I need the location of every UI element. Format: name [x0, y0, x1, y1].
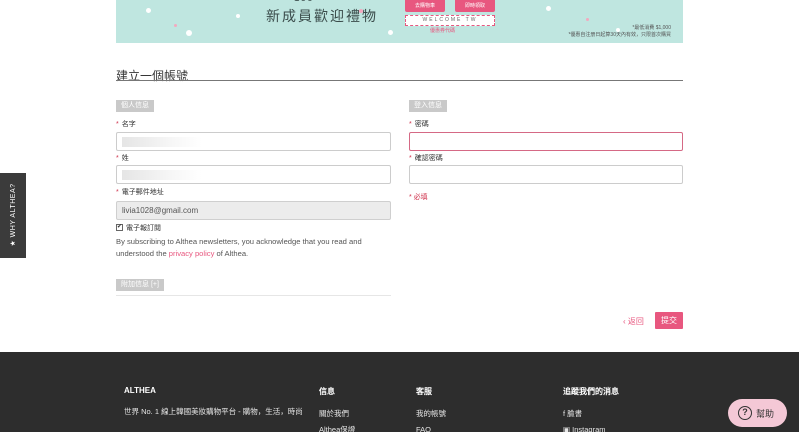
footer-link-facebook[interactable]: f 臉書 — [563, 408, 582, 419]
confirm-password-field[interactable] — [409, 165, 683, 184]
last-name-label-text: 姓 — [121, 155, 129, 162]
footer-link-about[interactable]: 關於我們 — [319, 408, 349, 419]
banner-claim-button[interactable]: 即時領取 — [455, 0, 495, 12]
required-mark: * — [409, 155, 412, 162]
required-mark: * — [409, 121, 412, 128]
password-label-text: 密碼 — [414, 121, 429, 128]
newsletter-label: 電子報訂閱 — [126, 225, 161, 232]
email-label: * 電子郵件地址 — [116, 187, 164, 197]
footer-follow-title: 追蹤我們的消息 — [563, 387, 619, 396]
coupon-code-label: 優惠券代碼 — [430, 28, 456, 34]
banner-cart-button[interactable]: 去購物車 — [405, 0, 445, 12]
why-althea-tab[interactable]: ★ WHY ALTHEA? — [0, 173, 26, 258]
additional-info-toggle[interactable]: 附加信息 [+] — [116, 279, 164, 291]
required-mark: * — [116, 189, 119, 196]
confirm-password-label: * 確認密碼 — [409, 153, 443, 163]
password-field[interactable] — [409, 132, 683, 151]
why-althea-label: ★ WHY ALTHEA? — [10, 183, 17, 247]
privacy-policy-link[interactable]: privacy policy — [169, 249, 215, 258]
email-label-text: 電子郵件地址 — [121, 189, 164, 196]
promo-banner[interactable]: 100 新成員歡迎禮物 去購物車 即時領取 WELCOME TW 優惠券代碼 *… — [116, 0, 683, 43]
decor-dot — [586, 18, 589, 21]
footer-service-title: 客服 — [416, 387, 432, 396]
password-label: * 密碼 — [409, 119, 429, 129]
decor-dot — [236, 14, 240, 18]
subscribe-text-part2: of Althea. — [216, 249, 249, 258]
personal-info-tag: 個人信息 — [116, 100, 154, 112]
divider — [116, 80, 683, 81]
newsletter-checkbox[interactable]: ✔ — [116, 224, 123, 231]
login-info-tag: 登入信息 — [409, 100, 447, 112]
help-button[interactable]: ? 幫助 — [728, 399, 787, 427]
first-name-label: * 名字 — [116, 119, 136, 129]
email-field[interactable]: livia1028@gmail.com — [116, 201, 391, 220]
footer-link-faq[interactable]: FAQ — [416, 424, 431, 432]
banner-amount: 100 — [294, 0, 314, 4]
divider — [116, 295, 391, 296]
footer-link-guarantee[interactable]: Althea保證 — [319, 424, 355, 432]
required-note: * 必填 — [409, 194, 428, 201]
required-mark: * — [116, 155, 119, 162]
redacted-value — [122, 170, 202, 180]
decor-dot — [546, 6, 551, 11]
decor-dot — [186, 30, 192, 36]
footer: ALTHEA 世界 No. 1 線上韓國美妝購物平台 - 購物，生活，時尚 信息… — [0, 352, 799, 432]
back-link[interactable]: ‹ 返回 — [623, 316, 644, 327]
confirm-password-label-text: 確認密碼 — [414, 155, 443, 162]
decor-dot — [388, 30, 393, 35]
required-mark: * — [116, 121, 119, 128]
footer-link-account[interactable]: 我的帳號 — [416, 408, 446, 419]
subscribe-text: By subscribing to Althea newsletters, yo… — [116, 236, 391, 260]
redacted-value — [122, 137, 202, 147]
footer-brand-text: 世界 No. 1 線上韓國美妝購物平台 - 購物，生活，時尚 — [124, 407, 303, 416]
footer-info-title: 信息 — [319, 387, 335, 396]
help-label: 幫助 — [756, 409, 775, 419]
footer-link-instagram[interactable]: ▣ Instagram — [563, 424, 606, 432]
page-title: 建立一個帳號 — [116, 69, 189, 83]
banner-note: *最低消費 $1,000 — [632, 25, 671, 31]
question-circle-icon: ? — [738, 406, 752, 420]
footer-brand-title: ALTHEA — [124, 386, 156, 395]
coupon-code: WELCOME TW — [405, 15, 495, 26]
last-name-field[interactable] — [116, 165, 391, 184]
banner-note: *優惠自注册日起算30天內有效，只限首次購買 — [568, 32, 671, 38]
decor-dot — [146, 8, 151, 13]
first-name-field[interactable] — [116, 132, 391, 151]
last-name-label: * 姓 — [116, 153, 129, 163]
decor-dot — [174, 24, 177, 27]
first-name-label-text: 名字 — [121, 121, 136, 128]
submit-button[interactable]: 提交 — [655, 312, 683, 329]
banner-title: 新成員歡迎禮物 — [266, 9, 378, 25]
